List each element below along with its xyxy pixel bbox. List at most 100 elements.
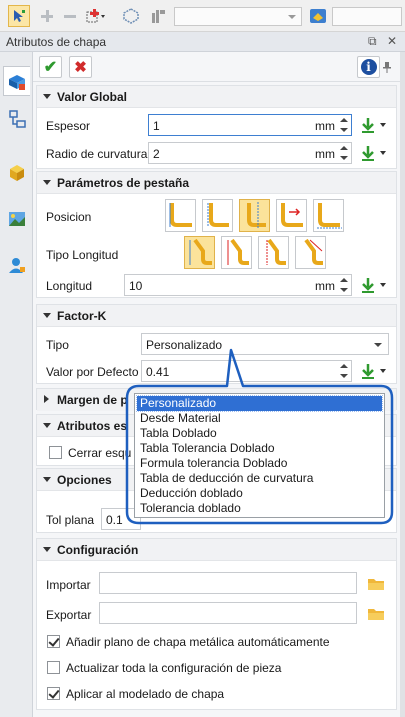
tree-icon[interactable] xyxy=(3,104,30,134)
length-type-option-2[interactable] xyxy=(221,236,252,269)
plus-icon[interactable] xyxy=(36,5,58,27)
length-type-option-1[interactable] xyxy=(184,236,215,269)
actualizar-config-label: Actualizar toda la configuración de piez… xyxy=(66,661,282,675)
aplicar-modelado-checkbox[interactable] xyxy=(47,687,60,700)
section-title: Parámetros de pestaña xyxy=(57,176,190,190)
position-option-5[interactable] xyxy=(313,199,344,232)
dropdown-option[interactable]: Tabla Doblado xyxy=(137,426,382,441)
ok-button[interactable]: ✔ xyxy=(39,56,62,78)
importar-label: Importar xyxy=(46,578,91,592)
cube-icon[interactable] xyxy=(3,158,30,188)
section-pestana: Parámetros de pestaña Posicion Tipo Long… xyxy=(36,171,397,298)
info-icon: i xyxy=(360,59,377,75)
scrollbar[interactable] xyxy=(400,52,405,717)
cerrar-label: Cerrar esqu xyxy=(68,446,132,460)
add-component-icon[interactable] xyxy=(84,5,106,27)
select-icon[interactable] xyxy=(8,5,30,27)
longitud-unit: mm xyxy=(315,279,335,293)
tol-plana-value: 0.1 xyxy=(106,513,123,527)
toolbar-input[interactable] xyxy=(332,7,402,26)
position-option-1[interactable] xyxy=(165,199,196,232)
dropdown-option[interactable]: Tabla Tolerancia Doblado xyxy=(137,441,382,456)
panel-titlebar: Atributos de chapa ⧉ ✕ xyxy=(0,32,405,52)
section-configuracion: Configuración Importar Exportar Añadir p… xyxy=(36,538,397,710)
posicion-label: Posicion xyxy=(46,210,92,224)
section-header-valor-global[interactable]: Valor Global xyxy=(37,86,396,108)
dropdown-option[interactable]: Tabla de deducción de curvatura xyxy=(137,471,382,486)
length-type-option-4[interactable] xyxy=(295,236,326,269)
section-title: Configuración xyxy=(57,543,139,557)
collapse-icon xyxy=(43,547,51,552)
collapse-icon xyxy=(43,94,51,99)
restore-icon[interactable]: ⧉ xyxy=(368,34,377,49)
filter-icon[interactable] xyxy=(148,5,170,27)
dropdown-option[interactable]: Formula tolerancia Doblado xyxy=(137,456,382,471)
spin-arrows-icon[interactable] xyxy=(340,278,348,292)
aplicar-modelado-label: Aplicar al modelado de chapa xyxy=(66,687,225,701)
shape-filter-icon[interactable] xyxy=(120,5,142,27)
dropdown-option[interactable]: Personalizado xyxy=(136,395,383,412)
section-title: Atributos es xyxy=(57,419,128,433)
pin-icon[interactable] xyxy=(380,56,394,78)
sheet-attributes-icon[interactable] xyxy=(3,66,30,96)
espesor-value: 1 xyxy=(153,119,160,133)
anadir-plano-checkbox[interactable] xyxy=(47,635,60,648)
x-icon: ✖ xyxy=(74,59,87,76)
tipo-label: Tipo xyxy=(46,338,69,352)
expand-icon xyxy=(44,395,49,403)
section-header-pestana[interactable]: Parámetros de pestaña xyxy=(37,172,396,194)
longitud-value: 10 xyxy=(129,279,143,293)
info-button[interactable]: i xyxy=(357,56,380,78)
close-icon[interactable]: ✕ xyxy=(387,34,397,48)
section-header-configuracion[interactable]: Configuración xyxy=(37,539,396,561)
filter-dropdown[interactable] xyxy=(174,7,302,26)
folder-icon[interactable] xyxy=(365,573,387,594)
collapse-icon xyxy=(43,313,51,318)
section-header-factor-k[interactable]: Factor-K xyxy=(37,305,396,327)
dropdown-option[interactable]: Desde Material xyxy=(137,411,382,426)
section-title: Opciones xyxy=(57,473,112,487)
check-icon: ✔ xyxy=(43,59,58,76)
section-title: Margen de p xyxy=(57,393,128,407)
actualizar-config-checkbox[interactable] xyxy=(47,661,60,674)
espesor-label: Espesor xyxy=(46,119,91,133)
position-option-4[interactable] xyxy=(276,199,307,232)
pick-value-icon[interactable] xyxy=(359,116,387,134)
length-type-option-3[interactable] xyxy=(258,236,289,269)
exportar-label: Exportar xyxy=(46,608,92,622)
tipo-dropdown-list[interactable]: Personalizado Desde Material Tabla Dobla… xyxy=(134,393,385,518)
section-title: Valor Global xyxy=(57,90,128,104)
image-icon[interactable] xyxy=(3,204,30,234)
position-option-3[interactable] xyxy=(239,199,270,232)
minus-icon[interactable] xyxy=(59,5,81,27)
pick-value-icon[interactable] xyxy=(359,144,387,162)
dropdown-option[interactable]: Deducción doblado xyxy=(137,486,382,501)
side-strip xyxy=(0,52,33,717)
position-option-2[interactable] xyxy=(202,199,233,232)
longitud-label: Longitud xyxy=(46,279,93,293)
folder-icon[interactable] xyxy=(365,603,387,624)
spin-arrows-icon[interactable] xyxy=(340,118,348,132)
top-toolbar xyxy=(0,0,405,32)
importar-field[interactable] xyxy=(99,572,357,594)
espesor-field[interactable]: 1 mm xyxy=(148,114,352,136)
panel-title: Atributos de chapa xyxy=(6,35,107,49)
radio-unit: mm xyxy=(315,147,335,161)
longitud-field[interactable]: 10 mm xyxy=(124,274,352,296)
collapse-icon xyxy=(43,423,51,428)
collapse-icon xyxy=(43,180,51,185)
section-valor-global: Valor Global Espesor 1 mm Radio de curva… xyxy=(36,85,397,169)
cancel-button[interactable]: ✖ xyxy=(69,56,92,78)
exportar-field[interactable] xyxy=(99,602,357,624)
espesor-unit: mm xyxy=(315,119,335,133)
user-icon[interactable] xyxy=(3,250,30,280)
radio-field[interactable]: 2 mm xyxy=(148,142,352,164)
view-icon[interactable] xyxy=(307,5,329,27)
spin-arrows-icon[interactable] xyxy=(340,146,348,160)
pick-value-icon[interactable] xyxy=(359,276,387,294)
collapse-icon xyxy=(43,477,51,482)
cerrar-checkbox[interactable] xyxy=(49,446,62,459)
dropdown-option[interactable]: Tolerancia doblado xyxy=(137,501,382,516)
tipo-longitud-label: Tipo Longitud xyxy=(46,248,119,262)
radio-value: 2 xyxy=(153,147,160,161)
